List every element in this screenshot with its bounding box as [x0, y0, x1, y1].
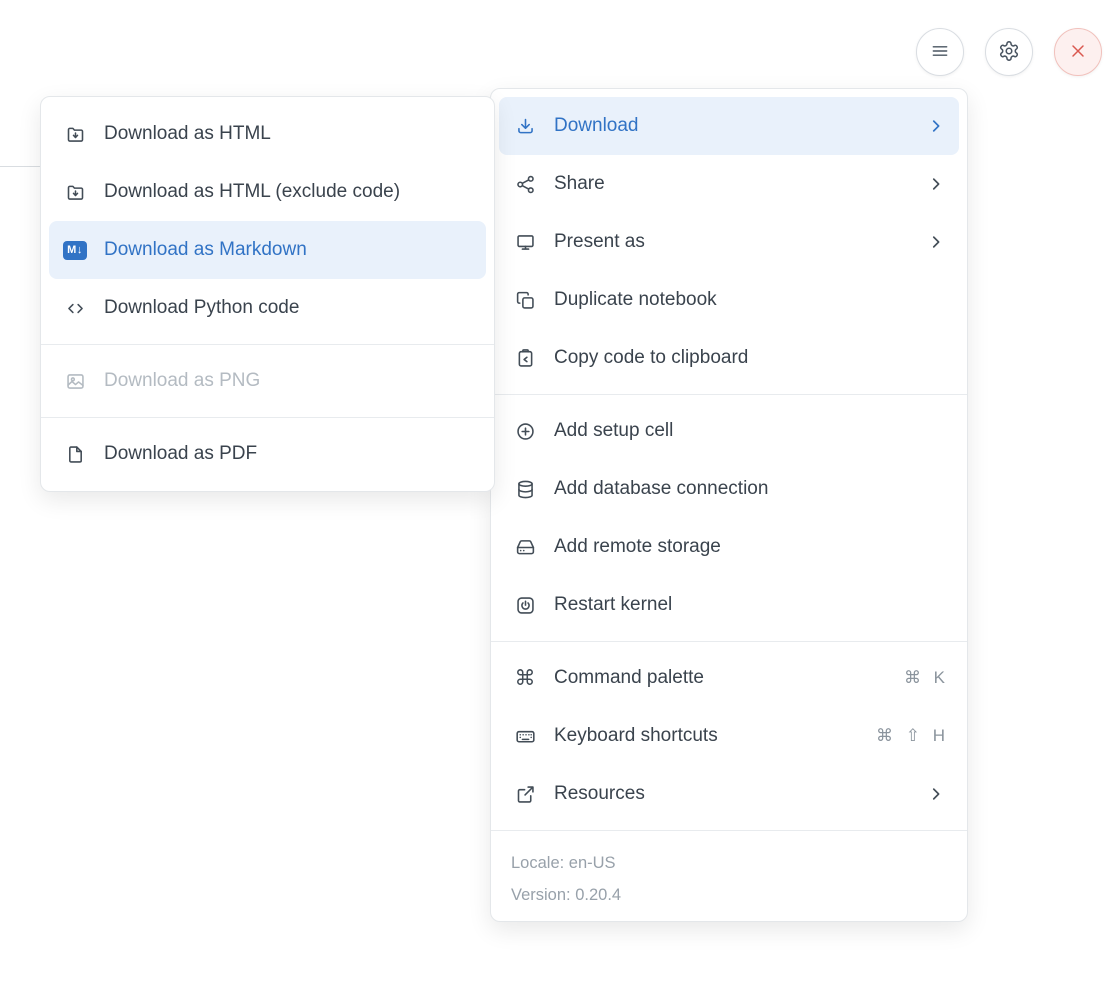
duplicate-icon [513, 290, 537, 311]
menu-item-label: Copy code to clipboard [554, 347, 748, 369]
menu-item-share[interactable]: Share [499, 155, 959, 213]
share-icon [513, 174, 537, 195]
menu-item-add-remote-storage[interactable]: Add remote storage [499, 518, 959, 576]
menu-item-label: Download as PDF [104, 443, 257, 465]
menu-item-download-as-pdf[interactable]: Download as PDF [49, 425, 486, 483]
menu-item-duplicate-notebook[interactable]: Duplicate notebook [499, 271, 959, 329]
download-submenu: Download as HTML Download as HTML (exclu… [40, 96, 495, 492]
hamburger-icon [930, 41, 950, 64]
version-text: Version: 0.20.4 [511, 879, 947, 911]
download-icon [513, 116, 537, 137]
close-button[interactable] [1054, 28, 1102, 76]
locale-text: Locale: en-US [511, 847, 947, 879]
settings-button[interactable] [985, 28, 1033, 76]
menu-item-download-as-png: Download as PNG [49, 352, 486, 410]
database-icon [513, 479, 537, 500]
menu-item-command-palette[interactable]: ⌘ Command palette ⌘ K [499, 649, 959, 707]
menu-item-add-database-connection[interactable]: Add database connection [499, 460, 959, 518]
menu-item-label: Command palette [554, 667, 704, 689]
menu-item-label: Share [554, 173, 605, 195]
menu-item-label: Restart kernel [554, 594, 672, 616]
image-icon [63, 371, 87, 392]
download-box-icon [63, 124, 87, 145]
menu-item-label: Duplicate notebook [554, 289, 717, 311]
menu-item-download-python-code[interactable]: Download Python code [49, 279, 486, 337]
external-link-icon [513, 784, 537, 805]
storage-icon [513, 537, 537, 558]
menu-footer: Locale: en-US Version: 0.20.4 [491, 838, 967, 913]
file-icon [63, 444, 87, 465]
keyboard-icon [513, 726, 537, 747]
power-icon [513, 595, 537, 616]
menu-item-download-as-markdown[interactable]: M↓ Download as Markdown [49, 221, 486, 279]
menu-item-label: Keyboard shortcuts [554, 725, 718, 747]
shortcut-label: ⌘ K [904, 668, 945, 688]
copy-code-icon [513, 348, 537, 369]
menu-divider [491, 641, 967, 642]
menu-item-present-as[interactable]: Present as [499, 213, 959, 271]
download-box-icon [63, 182, 87, 203]
menu-divider [491, 830, 967, 831]
chevron-right-icon [927, 785, 945, 803]
menu-divider [41, 417, 494, 418]
chevron-right-icon [927, 117, 945, 135]
chevron-right-icon [927, 175, 945, 193]
menu-item-download-as-html-exclude-code[interactable]: Download as HTML (exclude code) [49, 163, 486, 221]
menu-item-copy-code-to-clipboard[interactable]: Copy code to clipboard [499, 329, 959, 387]
shortcut-label: ⌘ ⇧ H [876, 726, 945, 746]
menu-item-label: Download as Markdown [104, 239, 307, 261]
menu-item-label: Download as HTML [104, 123, 271, 145]
command-icon: ⌘ [513, 668, 537, 689]
notebook-menu-button[interactable] [916, 28, 964, 76]
menu-item-keyboard-shortcuts[interactable]: Keyboard shortcuts ⌘ ⇧ H [499, 707, 959, 765]
markdown-icon: M↓ [63, 241, 87, 260]
menu-item-label: Add remote storage [554, 536, 721, 558]
menu-item-label: Download [554, 115, 639, 137]
present-icon [513, 232, 537, 253]
notebook-action-buttons [916, 28, 1102, 76]
close-icon [1068, 41, 1088, 64]
add-cell-icon [513, 421, 537, 442]
menu-item-label: Resources [554, 783, 645, 805]
menu-item-label: Add setup cell [554, 420, 673, 442]
chevron-right-icon [927, 233, 945, 251]
gear-icon [998, 40, 1020, 65]
menu-item-label: Download as PNG [104, 370, 260, 392]
menu-item-restart-kernel[interactable]: Restart kernel [499, 576, 959, 634]
menu-item-download[interactable]: Download [499, 97, 959, 155]
menu-item-download-as-html[interactable]: Download as HTML [49, 105, 486, 163]
menu-item-label: Download Python code [104, 297, 299, 319]
menu-item-label: Add database connection [554, 478, 768, 500]
code-icon [63, 298, 87, 319]
menu-item-add-setup-cell[interactable]: Add setup cell [499, 402, 959, 460]
menu-divider [491, 394, 967, 395]
notebook-menu: Download Share Present as Duplicate note… [490, 88, 968, 922]
menu-divider [41, 344, 494, 345]
menu-item-label: Present as [554, 231, 645, 253]
menu-item-resources[interactable]: Resources [499, 765, 959, 823]
underlying-cell-border [0, 166, 40, 167]
menu-item-label: Download as HTML (exclude code) [104, 181, 400, 203]
